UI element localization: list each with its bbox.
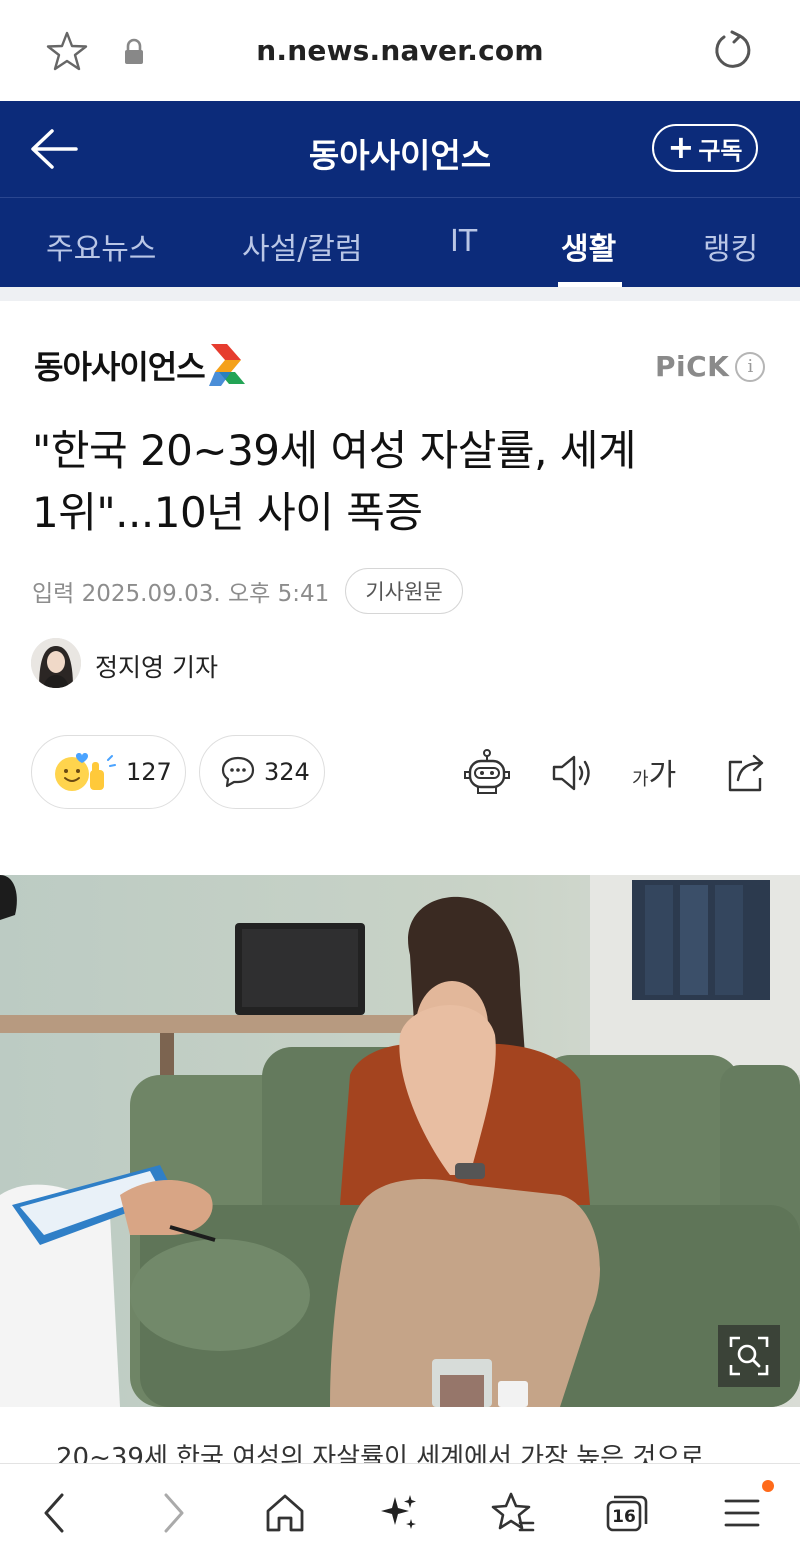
plus-icon: +	[667, 127, 695, 166]
browser-url-bar: n.news.naver.com	[0, 0, 800, 101]
press-header: 동아사이언스 + 구독	[0, 101, 800, 197]
press-logo-mark-icon	[208, 344, 245, 386]
magnifier-icon	[729, 1336, 769, 1376]
pick-badge[interactable]: PiCK i	[655, 350, 766, 383]
tab-life[interactable]: 생활	[561, 224, 616, 268]
subscribe-button[interactable]: + 구독	[652, 124, 758, 172]
info-icon[interactable]: i	[735, 351, 766, 382]
article-photo[interactable]	[0, 875, 800, 1407]
menu-icon[interactable]	[717, 1488, 767, 1538]
section-tabs: 주요뉴스 사설/칼럼 IT 생활 랭킹	[0, 197, 800, 287]
reaction-button[interactable]: 127	[31, 735, 186, 809]
speaker-icon[interactable]	[548, 748, 598, 798]
tab-count: 16	[612, 1507, 636, 1527]
notification-dot	[762, 1480, 774, 1492]
article-headline: "한국 20~39세 여성 자살률, 세계 1위"...10년 사이 폭증	[32, 420, 772, 544]
font-size-large-glyph: 가	[648, 758, 677, 793]
emoji-reaction-icon	[55, 753, 116, 791]
pick-label: PiCK	[655, 350, 730, 383]
comment-icon	[221, 756, 255, 788]
tab-editorial[interactable]: 사설/칼럼	[242, 224, 363, 268]
sparkle-icon[interactable]	[374, 1488, 424, 1538]
comment-count: 324	[264, 758, 310, 786]
nav-back-icon[interactable]	[30, 1488, 80, 1538]
divider	[0, 287, 800, 301]
press-logo[interactable]: 동아사이언스	[34, 340, 247, 390]
tab-it[interactable]: IT	[450, 224, 477, 259]
tab-ranking[interactable]: 랭킹	[703, 224, 758, 268]
nav-forward-icon[interactable]	[148, 1488, 198, 1538]
ai-summary-robot-icon[interactable]	[462, 748, 512, 798]
url-text[interactable]: n.news.naver.com	[0, 34, 800, 67]
press-logo-name: 동아사이언스	[34, 348, 206, 386]
home-icon[interactable]	[260, 1488, 310, 1538]
subscribe-label: 구독	[698, 136, 743, 165]
article-meta: 입력 2025.09.03. 오후 5:41	[32, 574, 329, 608]
reload-icon[interactable]	[710, 28, 754, 72]
headline-line-2: 1위"...10년 사이 폭증	[32, 488, 423, 537]
tab-main-news[interactable]: 주요뉴스	[46, 224, 156, 268]
tabs-button[interactable]: 16	[602, 1488, 652, 1538]
original-article-button[interactable]: 기사원문	[345, 568, 463, 614]
image-zoom-button[interactable]	[718, 1325, 780, 1387]
bookmark-star-icon[interactable]	[488, 1488, 538, 1538]
input-label: 입력	[32, 581, 75, 607]
font-size-small-glyph: 가	[632, 769, 649, 790]
reporter-avatar[interactable]	[31, 638, 81, 688]
share-icon[interactable]	[722, 748, 772, 798]
reaction-count: 127	[126, 758, 172, 786]
font-size-button[interactable]: 가가	[632, 750, 676, 794]
article-datetime: 2025.09.03. 오후 5:41	[81, 581, 330, 607]
browser-bottom-nav: 16	[0, 1463, 800, 1561]
reporter-name[interactable]: 정지영 기자	[95, 648, 218, 684]
headline-line-1: "한국 20~39세 여성 자살률, 세계	[32, 426, 637, 475]
comment-button[interactable]: 324	[199, 735, 325, 809]
